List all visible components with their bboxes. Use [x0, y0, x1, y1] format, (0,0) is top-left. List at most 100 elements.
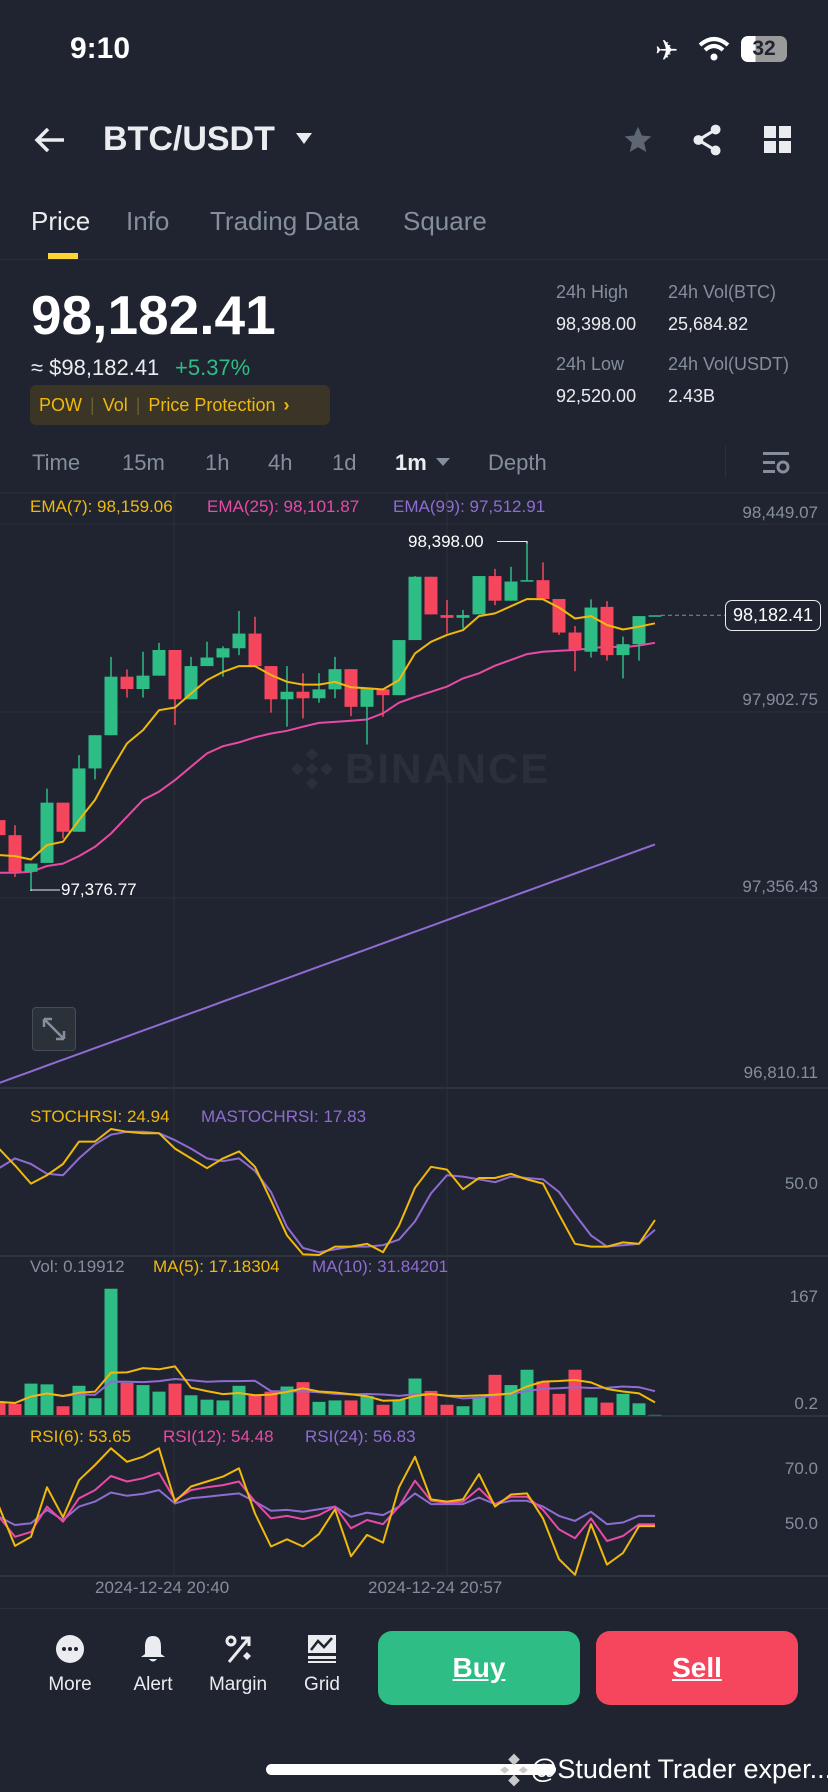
- candle: [472, 576, 486, 615]
- volume-bar: [88, 1398, 102, 1415]
- high-price-label: 98,398.00: [408, 532, 484, 551]
- grid-label: Grid: [304, 1674, 340, 1695]
- margin-percent-icon: [225, 1635, 251, 1663]
- volume-bar: [184, 1395, 198, 1415]
- candle: [536, 580, 550, 599]
- candle: [520, 580, 534, 582]
- candle: [56, 802, 70, 832]
- candle: [24, 863, 38, 872]
- candle: [424, 576, 438, 615]
- volume-bar: [328, 1400, 342, 1415]
- current-price-tag: 98,182.41: [725, 600, 821, 631]
- vol-legend: Vol: 0.19912: [30, 1257, 125, 1276]
- volume-bar: [168, 1383, 182, 1415]
- candle: [8, 835, 22, 872]
- low-price-label: 97,376.77: [61, 880, 137, 899]
- expand-icon: [42, 1017, 66, 1041]
- volume-bar: [648, 1414, 662, 1416]
- candle: [440, 615, 454, 618]
- volume-bar: [616, 1393, 630, 1415]
- candle: [648, 615, 662, 617]
- binance-logo-icon: [500, 1753, 528, 1787]
- rsi-y-tick: 50.0: [784, 1514, 818, 1533]
- grid-button[interactable]: Grid: [277, 1634, 367, 1696]
- sell-button[interactable]: Sell: [596, 1631, 798, 1705]
- candle: [632, 616, 646, 645]
- candle: [264, 666, 278, 700]
- rsi24-legend: RSI(24): 56.83: [305, 1427, 416, 1446]
- grid-trading-icon: [308, 1635, 336, 1663]
- volume-bar: [472, 1396, 486, 1415]
- rsi6-legend: RSI(6): 53.65: [30, 1427, 132, 1446]
- volume-bar: [40, 1384, 54, 1415]
- alert-label: Alert: [133, 1674, 173, 1695]
- volume-bar: [584, 1397, 598, 1415]
- more-label: More: [48, 1674, 92, 1695]
- volume-bar: [232, 1385, 246, 1415]
- ema7-line: [0, 598, 656, 861]
- more-dots-icon: [56, 1635, 84, 1663]
- candle: [504, 581, 518, 601]
- volume-bar: [248, 1395, 262, 1415]
- volume-bar: [296, 1382, 310, 1415]
- volume-bar: [600, 1402, 614, 1415]
- candle: [568, 632, 582, 650]
- x-tick-label: 2024-12-24 20:57: [368, 1578, 503, 1597]
- candle: [600, 606, 614, 656]
- volume-bar: [632, 1403, 646, 1415]
- stoch-y-tick: 50.0: [784, 1174, 818, 1193]
- volume-bar: [0, 1401, 6, 1415]
- mastochrsi-line: [0, 1130, 656, 1254]
- vol-y-tick: 0.2: [794, 1394, 818, 1413]
- volume-bar: [216, 1400, 230, 1415]
- candle: [408, 576, 422, 641]
- watermark-caption: @Student Trader exper...: [530, 1754, 828, 1784]
- candle: [0, 820, 6, 836]
- candle: [248, 633, 262, 667]
- candle: [88, 735, 102, 769]
- candle: [296, 691, 310, 699]
- volume-bar: [504, 1385, 518, 1415]
- volume-bar: [440, 1404, 454, 1415]
- fullscreen-button[interactable]: [32, 1007, 76, 1051]
- volume-bar: [376, 1404, 390, 1415]
- candle: [152, 649, 166, 676]
- volume-bar: [536, 1381, 550, 1415]
- candle: [456, 615, 470, 618]
- stochrsi-legend: STOCHRSI: 24.94: [30, 1107, 170, 1126]
- candle: [584, 607, 598, 652]
- vol-ma5-legend: MA(5): 17.18304: [153, 1257, 280, 1276]
- candle: [616, 644, 630, 656]
- volume-bar: [104, 1288, 118, 1415]
- volume-bar: [56, 1406, 70, 1415]
- candle: [104, 676, 118, 736]
- rsi-y-tick: 70.0: [784, 1459, 818, 1478]
- candle: [232, 633, 246, 649]
- volume-bar: [136, 1385, 150, 1415]
- candle: [312, 689, 326, 699]
- candle: [392, 640, 406, 696]
- vol-y-tick: 167: [789, 1287, 818, 1306]
- mastochrsi-legend: MASTOCHRSI: 17.83: [201, 1107, 367, 1126]
- candle: [40, 802, 54, 863]
- more-button[interactable]: More: [25, 1634, 115, 1696]
- candle: [552, 598, 566, 633]
- volume-bar: [344, 1400, 358, 1415]
- bell-icon: [141, 1636, 165, 1662]
- x-tick-label: 2024-12-24 20:40: [95, 1578, 230, 1597]
- volume-bar: [72, 1385, 86, 1415]
- high-marker-line: [497, 540, 528, 544]
- bottom-bar-divider: [0, 1608, 828, 1609]
- alert-button[interactable]: Alert: [108, 1634, 198, 1696]
- margin-button[interactable]: Margin: [193, 1634, 283, 1696]
- volume-bar: [200, 1399, 214, 1415]
- candle: [168, 649, 182, 700]
- volume-bar: [552, 1393, 566, 1415]
- buy-button[interactable]: Buy: [378, 1631, 580, 1705]
- candle: [72, 768, 86, 832]
- volume-bar: [568, 1369, 582, 1415]
- volume-bar: [360, 1396, 374, 1415]
- volume-bar: [312, 1401, 326, 1415]
- candle: [136, 675, 150, 690]
- candle: [200, 657, 214, 667]
